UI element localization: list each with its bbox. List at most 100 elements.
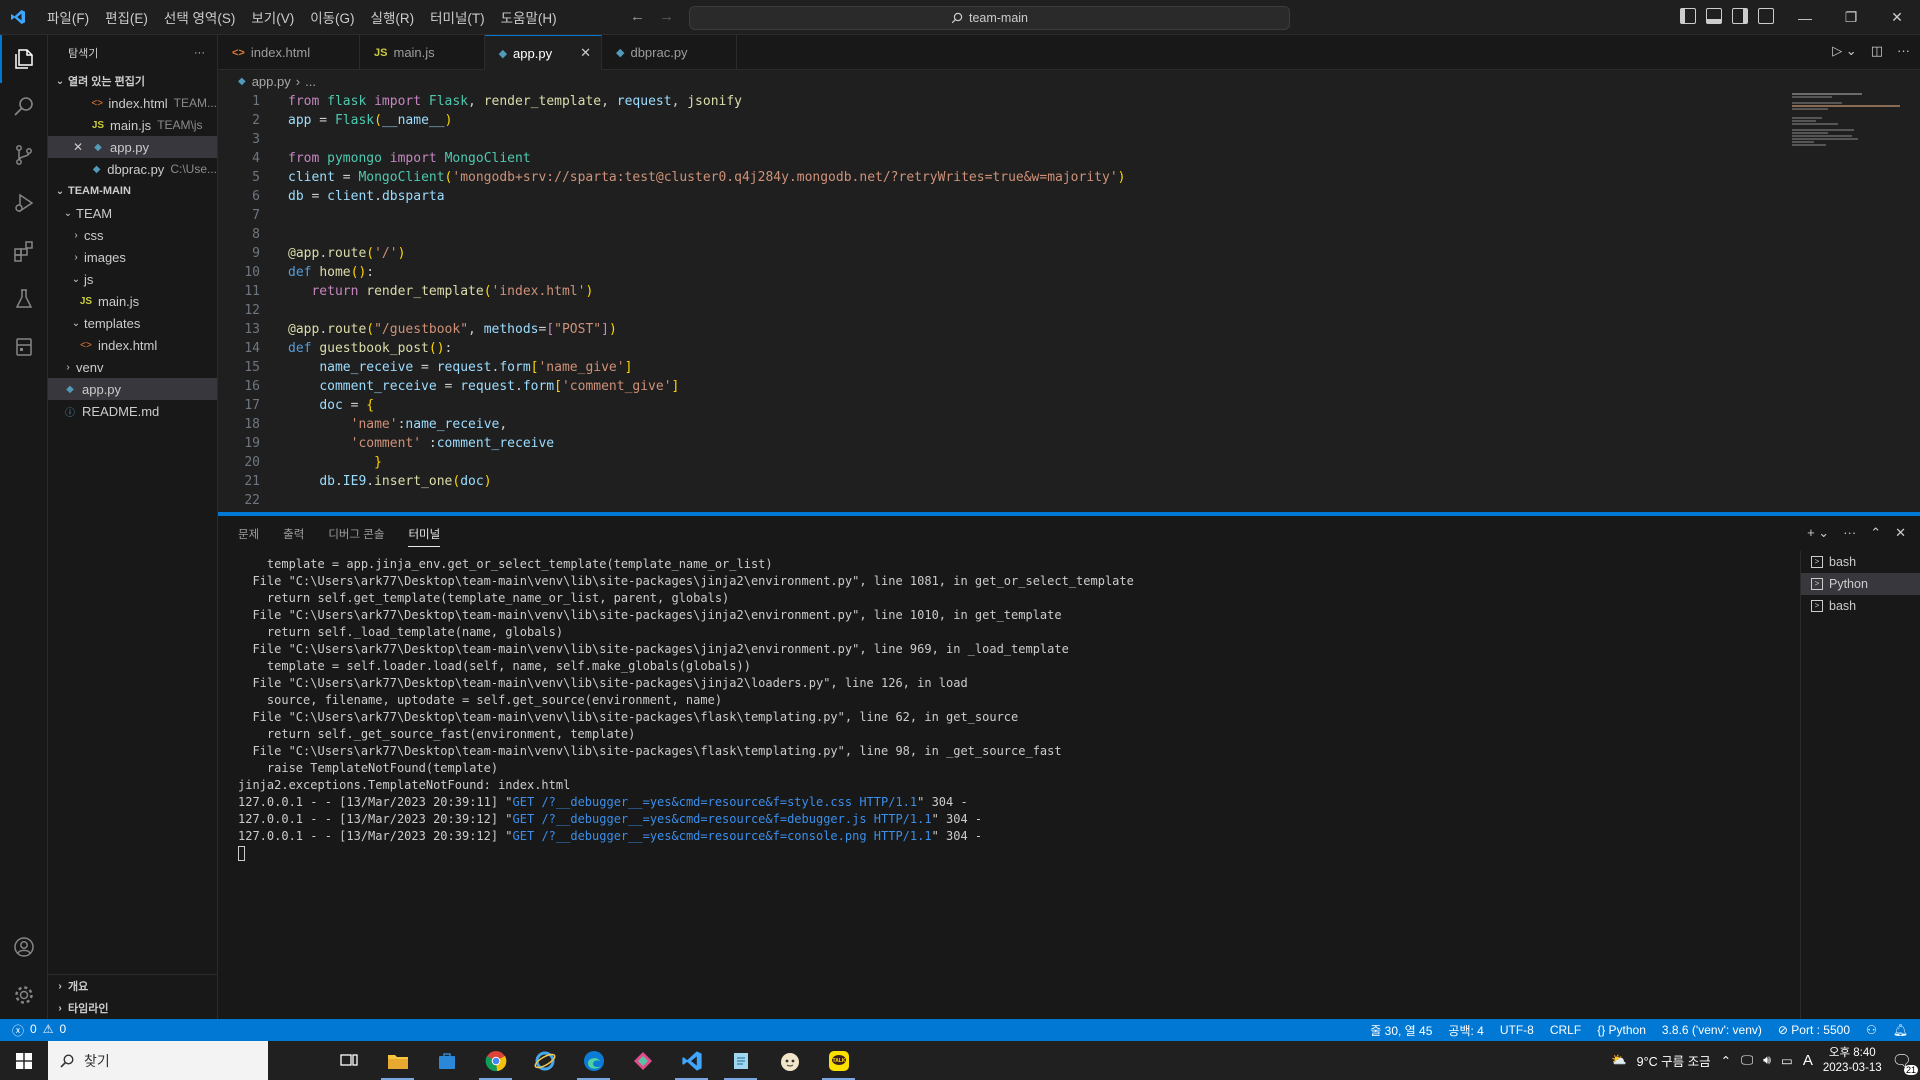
git-kraken-icon[interactable] [618, 1041, 667, 1080]
start-button[interactable] [0, 1041, 48, 1080]
terminal-instance-python[interactable]: > Python [1801, 573, 1920, 595]
toggle-secondary-sidebar-icon[interactable] [1732, 8, 1748, 24]
task-view-icon[interactable] [324, 1041, 373, 1080]
remote-explorer-icon[interactable] [0, 323, 48, 371]
restore-icon[interactable]: ❐ [1828, 0, 1874, 35]
search-view-icon[interactable] [0, 83, 48, 131]
menu-terminal[interactable]: 터미널(T) [422, 7, 493, 27]
forward-arrow-icon[interactable]: → [659, 8, 674, 25]
chevron-up-icon[interactable]: ⌃ [1721, 1053, 1731, 1068]
bell-icon[interactable]: 🔔︎ [1893, 1023, 1908, 1037]
volume-icon[interactable]: 🔊︎ [1763, 1053, 1771, 1068]
close-window-icon[interactable]: ✕ [1874, 0, 1920, 35]
file-explorer-icon[interactable] [373, 1041, 422, 1080]
menu-edit[interactable]: 편집(E) [97, 7, 156, 27]
internet-explorer-icon[interactable] [520, 1041, 569, 1080]
tree-folder-css[interactable]: › css [48, 224, 217, 246]
toggle-sidebar-icon[interactable] [1680, 8, 1696, 24]
tab-terminal[interactable]: 터미널 [408, 521, 441, 547]
timeline-header[interactable]: › 타임라인 [48, 997, 218, 1019]
menu-run[interactable]: 실행(R) [363, 7, 423, 27]
breadcrumb-rest[interactable]: ... [305, 74, 316, 89]
vscode-taskbar-icon[interactable] [667, 1041, 716, 1080]
minimap[interactable] [1792, 92, 1902, 172]
battery-icon[interactable]: ▭ [1781, 1053, 1793, 1068]
end-of-line[interactable]: CRLF [1550, 1023, 1581, 1037]
code-editor[interactable]: 1 from flask import Flask, render_templat… [218, 92, 1920, 512]
terminal-instance-bash[interactable]: > bash [1801, 551, 1920, 573]
explorer-icon[interactable] [0, 35, 48, 83]
notepad-icon[interactable] [716, 1041, 765, 1080]
indentation[interactable]: 공백: 4 [1448, 1022, 1483, 1039]
tab-debug-console[interactable]: 디버그 콘솔 [328, 526, 384, 542]
command-center[interactable]: team-main [689, 6, 1290, 30]
live-server-port[interactable]: ⊘ Port : 5500 [1778, 1023, 1850, 1037]
tree-folder-js[interactable]: ⌄ js [48, 268, 217, 290]
encoding[interactable]: UTF-8 [1500, 1023, 1534, 1037]
open-editor-item-active[interactable]: ✕ ◆ app.py [48, 136, 217, 158]
manage-gear-icon[interactable] [0, 971, 48, 1019]
close-icon[interactable]: ✕ [70, 140, 86, 154]
chrome-icon[interactable] [471, 1041, 520, 1080]
maximize-panel-icon[interactable]: ⌃ [1870, 525, 1881, 541]
network-icon[interactable]: 🖵︎ [1741, 1053, 1753, 1068]
tree-folder-images[interactable]: › images [48, 246, 217, 268]
open-editor-item[interactable]: <> index.html TEAM... [48, 92, 217, 114]
language-mode[interactable]: {} Python [1597, 1023, 1646, 1037]
run-python-file-icon[interactable]: ▷ ⌄ [1832, 43, 1857, 59]
weather-text[interactable]: 9°C 구름 조금 [1637, 1051, 1711, 1070]
menu-help[interactable]: 도움말(H) [493, 7, 565, 27]
open-editor-item[interactable]: ◆ dbprac.py C:\Use... [48, 158, 217, 180]
accounts-icon[interactable] [0, 923, 48, 971]
feedback-icon[interactable]: ⚇ [1866, 1023, 1877, 1037]
menu-file[interactable]: 파일(F) [39, 7, 97, 27]
weather-icon[interactable]: ⛅ [1611, 1053, 1627, 1068]
tab-problems[interactable]: 문제 [238, 526, 259, 542]
outline-header[interactable]: › 개요 [48, 975, 218, 997]
tree-file-readme[interactable]: ⓘ README.md [48, 400, 217, 422]
tree-folder-team[interactable]: ⌄ TEAM [48, 202, 217, 224]
tree-folder-venv[interactable]: › venv [48, 356, 217, 378]
more-actions-icon[interactable]: ··· [1897, 43, 1910, 59]
tab-index-html[interactable]: <> index.html ✕ [218, 35, 361, 70]
tree-file-app-py[interactable]: ◆ app.py [48, 378, 217, 400]
kakaotalk-icon[interactable]: TALK [814, 1041, 863, 1080]
tab-output[interactable]: 출력 [283, 526, 304, 542]
tab-main-js[interactable]: JS main.js ✕ [360, 35, 485, 70]
minimize-icon[interactable]: — [1782, 0, 1828, 35]
source-control-icon[interactable] [0, 131, 48, 179]
taskbar-search[interactable]: 찾기 [48, 1041, 268, 1080]
split-editor-icon[interactable]: ◫ [1871, 43, 1883, 59]
menu-selection[interactable]: 선택 영역(S) [156, 7, 243, 27]
tree-folder-templates[interactable]: ⌄ templates [48, 312, 217, 334]
run-debug-icon[interactable] [0, 179, 48, 227]
menu-go[interactable]: 이동(G) [302, 7, 362, 27]
cursor-position[interactable]: 줄 30, 열 45 [1370, 1022, 1432, 1039]
open-editors-header[interactable]: ⌄ 열려 있는 편집기 [48, 70, 217, 92]
close-tab-icon[interactable]: ✕ [580, 45, 591, 61]
store-icon[interactable] [422, 1041, 471, 1080]
problems-indicator[interactable]: ⓧ 0 ⚠ 0 [0, 1022, 66, 1039]
character-app-icon[interactable] [765, 1041, 814, 1080]
close-panel-icon[interactable]: ✕ [1895, 525, 1906, 541]
breadcrumb-file[interactable]: app.py [252, 74, 291, 89]
clock[interactable]: 오후 8:40 2023-03-13 [1823, 1046, 1882, 1076]
terminal-instance-bash[interactable]: > bash [1801, 595, 1920, 617]
tree-file-index-html[interactable]: <> index.html [48, 334, 217, 356]
customize-layout-icon[interactable] [1758, 8, 1774, 24]
tree-file-main-js[interactable]: JS main.js [48, 290, 217, 312]
tab-dbprac-py[interactable]: ◆ dbprac.py ✕ [602, 35, 738, 70]
ime-indicator[interactable]: A [1803, 1052, 1813, 1069]
tab-app-py[interactable]: ◆ app.py ✕ [484, 35, 602, 70]
terminal-output[interactable]: template = app.jinja_env.get_or_select_t… [238, 556, 1488, 1016]
edge-icon[interactable] [569, 1041, 618, 1080]
extensions-icon[interactable] [0, 227, 48, 275]
more-actions-icon[interactable]: ··· [1843, 525, 1856, 541]
more-actions-icon[interactable]: ··· [194, 47, 205, 59]
workspace-header[interactable]: ⌄ TEAM-MAIN [48, 180, 217, 202]
new-terminal-icon[interactable]: + ⌄ [1807, 525, 1829, 541]
testing-icon[interactable] [0, 275, 48, 323]
toggle-panel-icon[interactable] [1706, 8, 1722, 24]
python-interpreter[interactable]: 3.8.6 ('venv': venv) [1662, 1023, 1762, 1037]
open-editor-item[interactable]: JS main.js TEAM\js [48, 114, 217, 136]
